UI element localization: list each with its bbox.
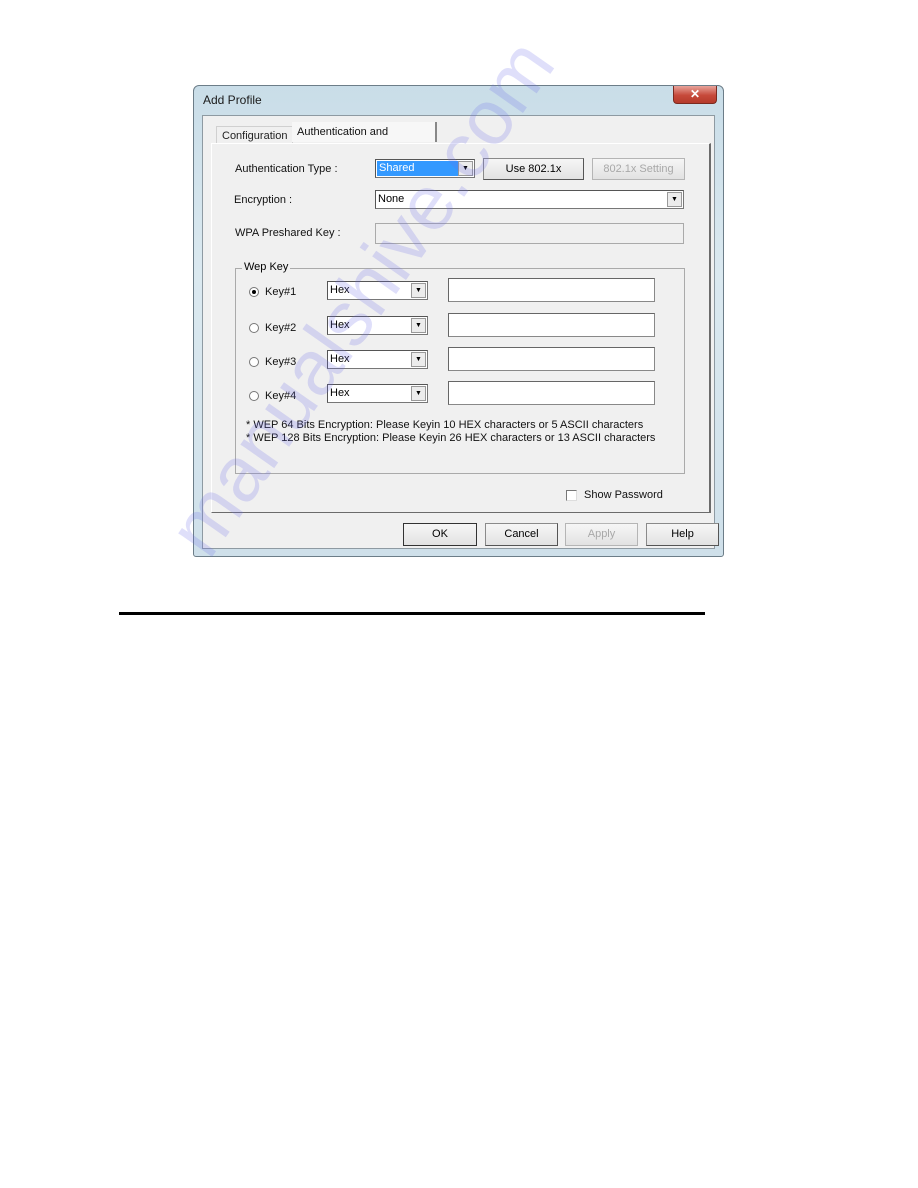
wpa-preshared-key-label: WPA Preshared Key : (235, 227, 341, 239)
key4-format-value: Hex (330, 387, 350, 399)
encryption-label: Encryption : (234, 194, 293, 206)
tab-authentication-security[interactable]: Authentication and Security (292, 122, 437, 158)
auth-security-panel: Authentication Type : Shared ▼ Use 802.1… (211, 143, 711, 513)
wep-key-group-title: Wep Key (242, 261, 291, 273)
wep-key-group: Wep Key Key#1 Hex ▼ Key#2 Hex ▼ Key#3 He… (235, 261, 685, 474)
key2-input[interactable] (448, 313, 655, 337)
wep64-note: * WEP 64 Bits Encryption: Please Keyin 1… (246, 419, 644, 431)
key1-label: Key#1 (265, 286, 297, 298)
key1-format-value: Hex (330, 284, 350, 296)
key3-format-select[interactable]: Hex ▼ (327, 350, 428, 369)
cancel-button[interactable]: Cancel (485, 523, 558, 546)
chevron-down-icon: ▼ (667, 192, 682, 207)
ok-button[interactable]: OK (403, 523, 477, 546)
chevron-down-icon: ▼ (458, 161, 473, 176)
key4-input[interactable] (448, 381, 655, 405)
key4-radio[interactable] (249, 391, 259, 401)
encryption-value: None (378, 193, 405, 205)
key1-format-select[interactable]: Hex ▼ (327, 281, 428, 300)
chevron-down-icon: ▼ (411, 386, 426, 401)
window-title: Add Profile (203, 93, 262, 107)
apply-button[interactable]: Apply (565, 523, 638, 546)
chevron-down-icon: ▼ (411, 283, 426, 298)
key4-format-select[interactable]: Hex ▼ (327, 384, 428, 403)
chevron-down-icon: ▼ (411, 352, 426, 367)
key3-radio[interactable] (249, 357, 259, 367)
help-button[interactable]: Help (646, 523, 719, 546)
tab-configuration[interactable]: Configuration (216, 126, 294, 144)
auth-type-select[interactable]: Shared ▼ (375, 159, 475, 178)
auth-type-label: Authentication Type : (235, 163, 338, 175)
auth-type-value: Shared (377, 161, 463, 176)
key3-input[interactable] (448, 347, 655, 371)
encryption-select[interactable]: None ▼ (375, 190, 684, 209)
close-x-icon: ✕ (689, 87, 701, 101)
key4-label: Key#4 (265, 390, 297, 402)
show-password-label: Show Password (584, 489, 663, 501)
show-password-checkbox[interactable] (566, 490, 577, 501)
wep128-note: * WEP 128 Bits Encryption: Please Keyin … (246, 432, 656, 444)
key2-radio[interactable] (249, 323, 259, 333)
key2-format-select[interactable]: Hex ▼ (327, 316, 428, 335)
key2-label: Key#2 (265, 322, 297, 334)
use-8021x-button[interactable]: Use 802.1x (483, 158, 584, 180)
add-profile-dialog: Add Profile ✕ Configuration Authenticati… (193, 85, 724, 557)
key1-radio[interactable] (249, 287, 259, 297)
key3-label: Key#3 (265, 356, 297, 368)
horizontal-rule (119, 612, 705, 615)
chevron-down-icon: ▼ (411, 318, 426, 333)
key1-input[interactable] (448, 278, 655, 302)
key2-format-value: Hex (330, 319, 350, 331)
dialog-client-area: Configuration Authentication and Securit… (202, 115, 719, 549)
key3-format-value: Hex (330, 353, 350, 365)
close-button[interactable]: ✕ (673, 86, 717, 104)
radio-dot-icon (252, 290, 256, 294)
8021x-setting-button[interactable]: 802.1x Setting (592, 158, 685, 180)
wpa-preshared-key-input[interactable] (375, 223, 684, 244)
